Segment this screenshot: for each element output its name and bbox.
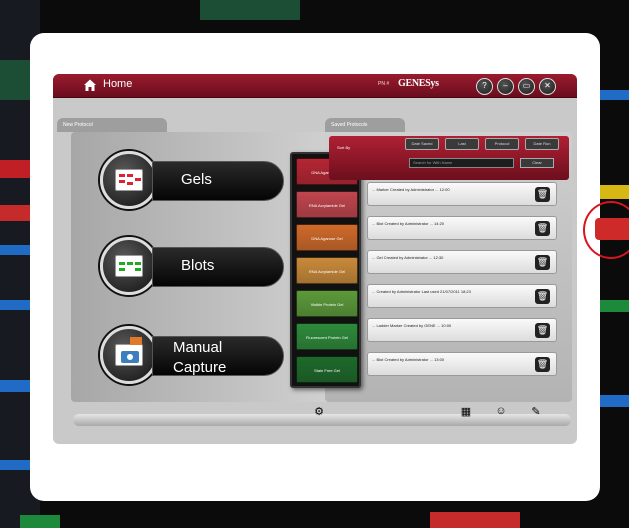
gallery-icon[interactable]: ▦ — [458, 405, 474, 423]
trash-icon[interactable]: 🗑 — [535, 187, 550, 202]
tools-icon[interactable]: ⚙ — [311, 405, 327, 423]
background-strip — [600, 300, 629, 312]
background-strip — [0, 160, 30, 178]
title-bar: Home PN # GENESys ? – ▭ ✕ — [53, 74, 577, 98]
saved-protocol-item[interactable]: ... Blot Created by Administrator ... 13… — [367, 352, 557, 376]
saved-protocol-item[interactable]: ... Ladder Marker Created by GENE ... 10… — [367, 318, 557, 342]
category-gels[interactable]: Gels — [100, 151, 314, 211]
sort-label: Sort By — [337, 145, 351, 150]
sort-button[interactable]: Date Run — [525, 138, 559, 150]
protocol-info: ... Created by Administrator Last used 2… — [372, 289, 471, 294]
home-title[interactable]: Home — [103, 78, 132, 90]
search-clear-button[interactable]: Clear — [520, 158, 554, 168]
blot-icon — [100, 237, 158, 295]
menu-item-protocol[interactable]: DNA Agarose Gel — [296, 224, 358, 251]
genesys-app-window: Home PN # GENESys ? – ▭ ✕ New Protocol S… — [53, 74, 577, 444]
category-pill: Gels — [152, 161, 284, 201]
menu-item-protocol[interactable]: RNA Acrylamide Gel — [296, 257, 358, 284]
settings-icon[interactable]: ✎ — [528, 405, 544, 423]
protocol-search-input[interactable]: Search for With Name — [409, 158, 514, 168]
category-label-line1: Manual — [173, 339, 223, 356]
background-strip — [600, 185, 629, 199]
saved-protocol-item[interactable]: ... Gel Created by Administrator ... 12:… — [367, 250, 557, 274]
background-strip — [430, 512, 520, 528]
user-icon[interactable]: ☺ — [493, 405, 509, 423]
saved-protocol-item[interactable]: ... Marker Created by Administrator ... … — [367, 182, 557, 206]
category-label-line2: Capture — [173, 359, 227, 376]
category-pill: Manual Capture — [152, 336, 284, 376]
menu-item-protocol[interactable]: RNA Acrylamide Gel — [296, 191, 358, 218]
menu-item-protocol[interactable]: Stain Free Gel — [296, 356, 358, 383]
home-icon[interactable] — [83, 78, 97, 92]
category-pill: Blots — [152, 247, 284, 287]
background-strip — [0, 245, 30, 255]
close-button[interactable]: ✕ — [539, 78, 556, 95]
trash-icon[interactable]: 🗑 — [535, 323, 550, 338]
protocol-info: ... Ladder Marker Created by GENE ... 10… — [372, 323, 452, 328]
category-blots[interactable]: Blots — [100, 237, 314, 297]
gel-icon — [100, 151, 158, 209]
saved-protocol-item[interactable]: ... Created by Administrator Last used 2… — [367, 284, 557, 308]
background-strip — [0, 380, 30, 392]
tab-saved-protocols[interactable]: Saved Protocols — [325, 118, 405, 132]
protocol-info: ... Blot Created by Administrator ... 13… — [372, 357, 445, 362]
menu-item-protocol[interactable]: Fluorescent Protein Gel — [296, 323, 358, 350]
tab-new-protocol[interactable]: New Protocol — [57, 118, 167, 132]
background-strip — [0, 205, 30, 221]
trash-icon[interactable]: 🗑 — [535, 289, 550, 304]
sort-button[interactable]: Protocol — [485, 138, 519, 150]
minimize-button[interactable]: – — [497, 78, 514, 95]
background-strip — [0, 460, 30, 470]
category-label: Gels — [181, 171, 212, 188]
protocol-type-menu: DNA Agarose Gel RNA Acrylamide Gel DNA A… — [290, 152, 361, 388]
background-strip — [600, 90, 629, 100]
brand-logo: GENESys — [398, 78, 439, 89]
protocol-info: ... Marker Created by Administrator ... … — [372, 187, 450, 192]
protocol-info: ... Blot Created by Administrator ... 14… — [372, 221, 445, 226]
category-manual-capture[interactable]: Manual Capture — [100, 326, 314, 386]
trash-icon[interactable]: 🗑 — [535, 221, 550, 236]
product-code: PN # — [378, 81, 390, 87]
sort-button[interactable]: Date Saved — [405, 138, 439, 150]
trash-icon[interactable]: 🗑 — [535, 357, 550, 372]
trash-icon[interactable]: 🗑 — [535, 255, 550, 270]
sort-button[interactable]: Last — [445, 138, 479, 150]
background-strip — [0, 60, 30, 100]
maximize-button[interactable]: ▭ — [518, 78, 535, 95]
help-button[interactable]: ? — [476, 78, 493, 95]
menu-item-protocol[interactable]: Visible Protein Gel — [296, 290, 358, 317]
background-strip — [200, 0, 300, 20]
camera-icon — [100, 326, 158, 384]
background-strip — [600, 395, 629, 407]
screenshot-frame: Home PN # GENESys ? – ▭ ✕ New Protocol S… — [0, 0, 629, 528]
background-strip — [0, 300, 30, 310]
category-label: Blots — [181, 257, 215, 274]
protocol-info: ... Gel Created by Administrator ... 12:… — [372, 255, 444, 260]
saved-protocol-item[interactable]: ... Blot Created by Administrator ... 14… — [367, 216, 557, 240]
background-strip — [20, 515, 60, 528]
